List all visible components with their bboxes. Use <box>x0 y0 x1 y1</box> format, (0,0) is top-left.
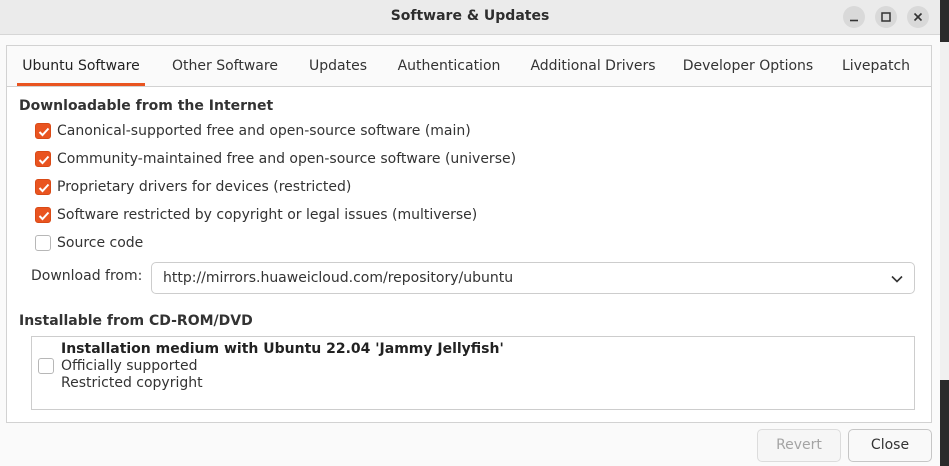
checkbox-cdrom-medium[interactable] <box>38 358 54 374</box>
close-window-button[interactable] <box>907 6 929 28</box>
software-updates-window: Software & Updates Ubuntu Software Other… <box>0 0 949 466</box>
tab-developer-options[interactable]: Developer Options <box>678 46 818 85</box>
tab-updates[interactable]: Updates <box>303 46 373 85</box>
cdrom-item-title: Installation medium with Ubuntu 22.04 'J… <box>61 341 504 357</box>
maximize-icon <box>881 12 891 22</box>
option-label: Community-maintained free and open-sourc… <box>57 151 517 167</box>
option-multiverse[interactable]: Software restricted by copyright or lega… <box>35 205 477 225</box>
option-label: Proprietary drivers for devices (restric… <box>57 179 352 195</box>
title-bar[interactable]: Software & Updates <box>0 0 940 35</box>
option-source-code[interactable]: Source code <box>35 233 143 253</box>
option-restricted[interactable]: Proprietary drivers for devices (restric… <box>35 177 351 197</box>
maximize-button[interactable] <box>875 6 897 28</box>
cdrom-list: Installation medium with Ubuntu 22.04 'J… <box>31 336 915 410</box>
tab-ubuntu-software[interactable]: Ubuntu Software <box>17 46 145 86</box>
tab-notebook: Ubuntu Software Other Software Updates A… <box>6 45 932 423</box>
checkmark-icon <box>38 127 50 137</box>
tab-livepatch[interactable]: Livepatch <box>835 46 917 85</box>
option-universe[interactable]: Community-maintained free and open-sourc… <box>35 149 516 169</box>
downloadable-heading: Downloadable from the Internet <box>19 98 274 114</box>
window-title: Software & Updates <box>390 8 550 24</box>
option-label: Software restricted by copyright or lega… <box>57 207 478 223</box>
checkbox-multiverse[interactable] <box>35 207 51 223</box>
download-server-dropdown[interactable]: http://mirrors.huaweicloud.com/repositor… <box>151 262 915 294</box>
close-icon <box>913 12 923 22</box>
cdrom-heading: Installable from CD-ROM/DVD <box>19 313 253 329</box>
option-label: Canonical-supported free and open-source… <box>57 123 471 139</box>
checkbox-universe[interactable] <box>35 151 51 167</box>
minimize-button[interactable] <box>843 6 865 28</box>
checkbox-main[interactable] <box>35 123 51 139</box>
download-from-label: Download from: <box>31 268 143 284</box>
checkbox-restricted[interactable] <box>35 179 51 195</box>
cdrom-item-support: Officially supported <box>61 358 198 374</box>
tab-other-software[interactable]: Other Software <box>163 46 287 85</box>
checkmark-icon <box>38 211 50 221</box>
background-window-edge <box>940 0 949 466</box>
download-server-value: http://mirrors.huaweicloud.com/repositor… <box>163 270 514 286</box>
checkbox-source-code[interactable] <box>35 235 51 251</box>
option-label: Source code <box>57 235 144 251</box>
revert-button[interactable]: Revert <box>757 429 841 462</box>
cdrom-item-copyright: Restricted copyright <box>61 375 203 391</box>
tab-authentication[interactable]: Authentication <box>392 46 506 85</box>
minimize-icon <box>850 19 858 22</box>
chevron-down-icon <box>891 275 903 283</box>
tab-additional-drivers[interactable]: Additional Drivers <box>523 46 663 85</box>
tab-bar: Ubuntu Software Other Software Updates A… <box>7 46 931 87</box>
checkmark-icon <box>38 183 50 193</box>
close-button[interactable]: Close <box>848 429 932 462</box>
option-main[interactable]: Canonical-supported free and open-source… <box>35 121 471 141</box>
checkmark-icon <box>38 155 50 165</box>
